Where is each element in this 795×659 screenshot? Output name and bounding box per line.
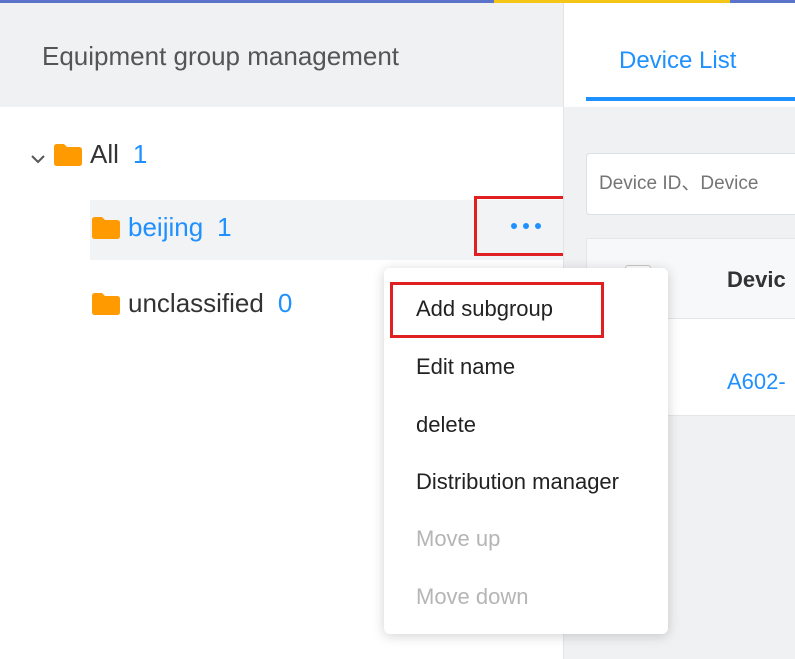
menu-item-add-subgroup[interactable]: Add subgroup — [416, 296, 553, 322]
group-panel-header: Equipment group management — [0, 3, 563, 107]
search-input[interactable] — [587, 154, 795, 214]
search-box — [586, 153, 795, 215]
menu-item-distribution-manager[interactable]: Distribution manager — [416, 469, 619, 495]
folder-icon — [92, 292, 120, 315]
tree-node-beijing[interactable]: beijing 1 — [92, 212, 232, 243]
tree-node-label: unclassified — [128, 288, 264, 318]
column-header-device[interactable]: Devic — [727, 267, 786, 293]
tree-node-count: 1 — [217, 212, 232, 242]
tree-node-count: 0 — [277, 288, 293, 318]
tree-node-count: 1 — [132, 139, 148, 169]
tree-node-label: beijing — [128, 212, 204, 242]
tree-node-unclassified[interactable]: unclassified 0 — [92, 288, 292, 319]
tree-node-all[interactable]: All 1 — [54, 139, 147, 170]
tab-bar: Device List — [564, 3, 795, 107]
panel-title: Equipment group management — [42, 41, 400, 71]
ellipsis-icon — [535, 223, 541, 229]
tab-device-list[interactable]: Device List — [619, 47, 736, 75]
menu-item-edit-name[interactable]: Edit name — [416, 354, 515, 380]
ellipsis-icon — [511, 223, 517, 229]
tree-node-label: All — [90, 139, 119, 169]
menu-item-move-down[interactable]: Move down — [416, 584, 529, 610]
table-row[interactable]: A602- — [727, 369, 786, 395]
ellipsis-icon — [523, 223, 529, 229]
folder-icon — [54, 143, 82, 166]
context-menu: Add subgroup Edit name delete Distributi… — [384, 268, 668, 634]
chevron-down-icon[interactable] — [28, 149, 48, 169]
active-tab-indicator — [586, 97, 795, 101]
menu-item-move-up[interactable]: Move up — [416, 526, 500, 552]
menu-item-delete[interactable]: delete — [416, 412, 476, 438]
folder-icon — [92, 216, 120, 239]
